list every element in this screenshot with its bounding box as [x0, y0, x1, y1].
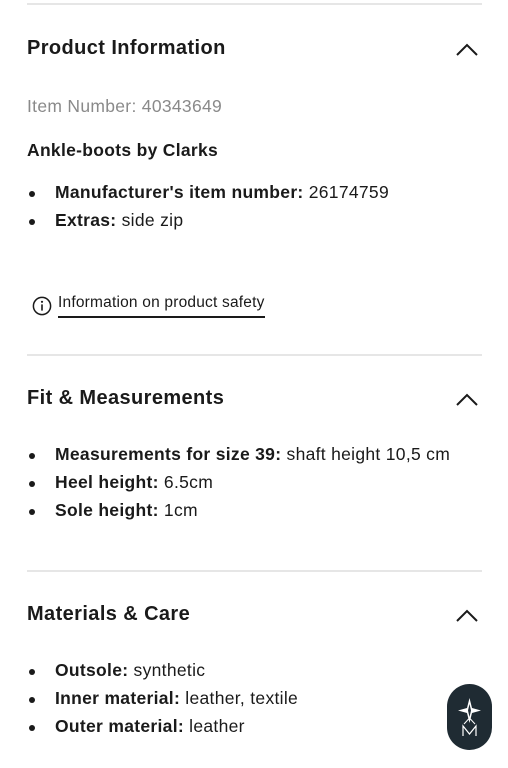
- attribute-value: 6.5cm: [163, 472, 214, 492]
- list-item: Heel height: 6.5cm: [27, 468, 450, 496]
- top-divider: [27, 3, 482, 5]
- fit-measurements-header[interactable]: Fit & Measurements: [27, 380, 482, 420]
- item-number-label: Item Number:: [27, 96, 137, 116]
- fit-attributes-list: Measurements for size 39: shaft height 1…: [27, 440, 450, 524]
- list-item: Extras: side zip: [27, 206, 389, 234]
- attribute-value: shaft height 10,5 cm: [286, 444, 451, 464]
- item-number-value: 40343649: [141, 96, 223, 116]
- section-divider: [27, 570, 482, 572]
- list-item: Sole height: 1cm: [27, 496, 450, 524]
- attribute-label: Inner material:: [55, 688, 181, 708]
- attribute-value: 1cm: [163, 500, 198, 520]
- info-circle-icon: [32, 296, 52, 316]
- product-safety-link-text[interactable]: Information on product safety: [58, 294, 265, 318]
- attribute-label: Sole height:: [55, 500, 159, 520]
- attribute-label: Outer material:: [55, 716, 184, 736]
- product-attributes-list: Manufacturer's item number: 26174759 Ext…: [27, 178, 389, 234]
- chevron-up-icon[interactable]: [456, 392, 478, 406]
- section-divider: [27, 354, 482, 356]
- materials-care-header[interactable]: Materials & Care: [27, 596, 482, 636]
- attribute-value: leather, textile: [185, 688, 299, 708]
- materials-attributes-list: Outsole: synthetic Inner material: leath…: [27, 656, 298, 740]
- attribute-label: Manufacturer's item number:: [55, 182, 304, 202]
- materials-care-title: Materials & Care: [27, 603, 191, 625]
- attribute-value: synthetic: [133, 660, 206, 680]
- product-info-title: Product Information: [27, 37, 226, 59]
- product-name: Ankle-boots by Clarks: [27, 140, 219, 160]
- list-item: Measurements for size 39: shaft height 1…: [27, 440, 450, 468]
- attribute-label: Heel height:: [55, 472, 159, 492]
- attribute-label: Outsole:: [55, 660, 129, 680]
- attribute-label: Measurements for size 39:: [55, 444, 282, 464]
- attribute-value: leather: [189, 716, 245, 736]
- fit-measurements-title: Fit & Measurements: [27, 387, 225, 409]
- list-item: Outsole: synthetic: [27, 656, 298, 684]
- chevron-up-icon[interactable]: [456, 42, 478, 56]
- list-item: Manufacturer's item number: 26174759: [27, 178, 389, 206]
- list-item: Outer material: leather: [27, 712, 298, 740]
- product-info-header[interactable]: Product Information: [27, 30, 482, 70]
- chevron-up-icon[interactable]: [456, 608, 478, 622]
- list-item: Inner material: leather, textile: [27, 684, 298, 712]
- item-number: Item Number: 40343649: [27, 96, 222, 117]
- attribute-value: 26174759: [308, 182, 389, 202]
- attribute-label: Extras:: [55, 210, 117, 230]
- attribute-value: side zip: [121, 210, 184, 230]
- assistant-logo-icon: [458, 698, 481, 736]
- assistant-floating-button[interactable]: [447, 684, 492, 750]
